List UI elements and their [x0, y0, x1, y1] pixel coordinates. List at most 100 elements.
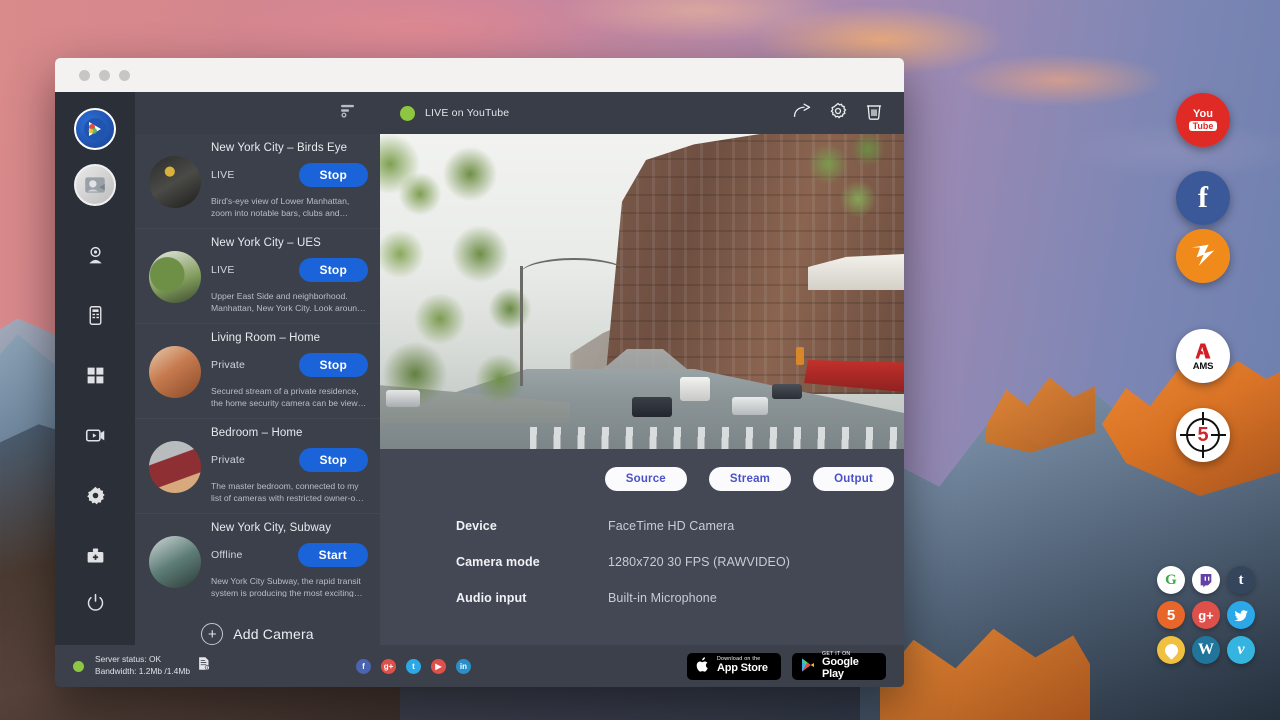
video-trees-left	[380, 134, 570, 434]
camera-description: Secured stream of a private residence, t…	[211, 385, 368, 410]
sidebar-item-camera[interactable]	[70, 230, 120, 280]
camera-toggle-button[interactable]: Stop	[299, 258, 368, 282]
main-toolbar: LIVE on YouTube	[380, 92, 904, 134]
twitch-dock-icon[interactable]	[1192, 566, 1220, 594]
camera-list-item[interactable]: Bedroom – Home Private Stop The master b…	[135, 419, 380, 514]
camera-title: New York City – Birds Eye	[211, 142, 368, 154]
youtube-dock-icon[interactable]: You Tube	[1176, 93, 1230, 147]
twitter-dock-icon[interactable]	[1227, 601, 1255, 629]
google-play-button[interactable]: GET IT ON Google Play	[792, 653, 886, 680]
camera-state: LIVE	[211, 169, 235, 181]
youtube-icon[interactable]: ▶	[431, 659, 446, 674]
camera-description: The master bedroom, connected to my list…	[211, 480, 368, 505]
plus-icon: +	[201, 623, 223, 645]
video-preview[interactable]	[380, 134, 904, 449]
camera-description: New York City Subway, the rapid transit …	[211, 575, 368, 597]
facebook-dock-icon[interactable]: f	[1176, 171, 1230, 225]
video-car-left	[386, 390, 420, 407]
camera-thumbnail	[149, 251, 201, 303]
video-crosswalk	[530, 427, 904, 449]
window-close-button[interactable]	[79, 70, 90, 81]
camera-toggle-button[interactable]: Stop	[299, 353, 368, 377]
camera-thumbnail	[149, 156, 201, 208]
video-traffic-light	[796, 347, 804, 365]
server-status-line2: Bandwidth: 1.2Mb /1.4Mb	[95, 666, 190, 676]
config-tabs[interactable]: Source Stream Output	[380, 449, 904, 491]
add-camera-button[interactable]: + Add Camera	[135, 597, 380, 645]
camera-list-item[interactable]: New York City – UES LIVE Stop Upper East…	[135, 229, 380, 324]
ustream-dock-icon[interactable]: 5	[1157, 601, 1185, 629]
sidebar-item-power[interactable]	[70, 577, 120, 627]
sort-icon[interactable]	[339, 102, 356, 124]
tab-output[interactable]: Output	[813, 467, 894, 491]
g-dock-icon[interactable]: G	[1157, 566, 1185, 594]
camera-list-item[interactable]: Living Room – Home Private Stop Secured …	[135, 324, 380, 419]
store-badge-name: App Store	[717, 663, 768, 675]
googleplus-icon[interactable]: g+	[381, 659, 396, 674]
camera-thumbnail	[149, 346, 201, 398]
periscope-dock-icon[interactable]	[1157, 636, 1185, 664]
target5-dock-icon[interactable]: 5	[1176, 408, 1230, 462]
server-status-dot	[73, 661, 84, 672]
camera-list-toolbar	[135, 92, 380, 134]
play-icon	[800, 657, 816, 675]
adobe-ams-dock-icon[interactable]: AMS	[1176, 329, 1230, 383]
sidebar-item-device[interactable]	[70, 290, 120, 340]
sidebar-item-video[interactable]	[70, 410, 120, 460]
gear-icon[interactable]	[828, 101, 848, 126]
live-status-label: LIVE on YouTube	[425, 107, 509, 119]
camera-list-item[interactable]: New York City, Subway Offline Start New …	[135, 514, 380, 597]
window-maximize-button[interactable]	[119, 70, 130, 81]
camera-toggle-button[interactable]: Start	[298, 543, 368, 567]
app-store-button[interactable]: Download on the App Store	[687, 653, 781, 680]
window-minimize-button[interactable]	[99, 70, 110, 81]
camera-title: New York City – UES	[211, 237, 368, 249]
server-status-text: Server status: OK Bandwidth: 1.2Mb /1.4M…	[95, 654, 190, 678]
camera-state: Private	[211, 454, 245, 466]
add-camera-label: Add Camera	[233, 626, 314, 642]
window-titlebar	[55, 58, 904, 92]
camera-state: Offline	[211, 549, 243, 561]
user-avatar[interactable]	[74, 164, 116, 206]
store-badge-name: Google Play	[822, 657, 878, 680]
sidebar-item-toolkit[interactable]	[70, 530, 120, 580]
camera-toggle-button[interactable]: Stop	[299, 448, 368, 472]
video-tree-right	[788, 134, 898, 234]
sidebar-item-grid[interactable]	[70, 350, 120, 400]
footer-social-links[interactable]: f g+ t ▶ in	[356, 659, 471, 674]
sidebar-rail	[55, 92, 135, 645]
detail-row: Device FaceTime HD Camera	[456, 519, 904, 533]
detail-label: Camera mode	[456, 555, 608, 569]
camera-description: Bird's-eye view of Lower Manhattan, zoom…	[211, 195, 368, 220]
camera-list-panel: New York City – Birds Eye LIVE Stop Bird…	[135, 92, 380, 645]
camera-description: Upper East Side and neighborhood. Manhat…	[211, 290, 368, 315]
desktop: New York City – Birds Eye LIVE Stop Bird…	[0, 0, 1280, 720]
camera-toggle-button[interactable]: Stop	[299, 163, 368, 187]
detail-rows: Device FaceTime HD Camera Camera mode 12…	[380, 491, 904, 627]
camera-list-item[interactable]: New York City – Birds Eye LIVE Stop Bird…	[135, 134, 380, 229]
share-icon[interactable]	[792, 101, 812, 126]
vimeo-dock-icon[interactable]: v	[1227, 636, 1255, 664]
linkedin-icon[interactable]: in	[456, 659, 471, 674]
video-streetlamp	[520, 204, 630, 274]
footer-store-badges[interactable]: Download on the App Store GET IT ON Goog…	[687, 653, 886, 680]
detail-label: Device	[456, 519, 608, 533]
sidebar-item-settings[interactable]	[70, 470, 120, 520]
twitter-icon[interactable]: t	[406, 659, 421, 674]
detail-label: Audio input	[456, 591, 608, 605]
camera-list[interactable]: New York City – Birds Eye LIVE Stop Bird…	[135, 134, 380, 597]
camera-title: New York City, Subway	[211, 522, 368, 534]
tab-stream[interactable]: Stream	[709, 467, 791, 491]
camera-thumbnail	[149, 536, 201, 588]
wowza-dock-icon[interactable]	[1176, 229, 1230, 283]
tumblr-dock-icon[interactable]: t	[1227, 566, 1255, 594]
wordpress-dock-icon[interactable]: W	[1192, 636, 1220, 664]
server-status-line1: Server status: OK	[95, 654, 161, 664]
trash-icon[interactable]	[864, 101, 884, 126]
video-truck-white	[680, 377, 710, 401]
googleplus-dock-icon[interactable]: g+	[1192, 601, 1220, 629]
tab-source[interactable]: Source	[605, 467, 687, 491]
app-logo[interactable]	[74, 108, 116, 150]
document-icon[interactable]	[196, 656, 211, 676]
facebook-icon[interactable]: f	[356, 659, 371, 674]
